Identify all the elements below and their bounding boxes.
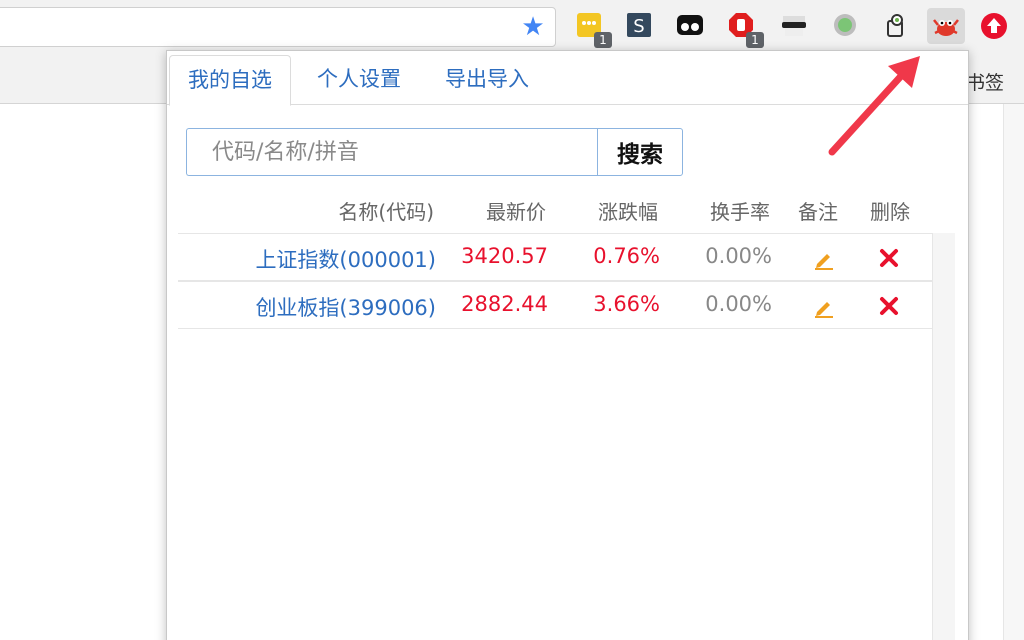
search-button[interactable]: 搜索 [597,128,683,176]
stock-name-link[interactable]: 创业板指(399006) [255,292,436,322]
stock-name-link[interactable]: 上证指数(000001) [255,244,436,274]
header-note: 备注 [798,200,838,224]
red-upload-extension-icon[interactable] [980,10,1010,44]
pointer-arrow-icon [828,56,920,156]
notes-extension-icon[interactable]: 1 [576,10,612,48]
search-input[interactable] [186,128,598,176]
popup-scrollbar[interactable] [933,233,955,640]
extension-badge: 1 [594,32,612,48]
stop-hand-extension-icon[interactable]: 1 [728,10,764,48]
stock-price: 3420.57 [461,244,548,268]
tab-my-watchlist[interactable]: 我的自选 [169,55,291,106]
extension-badge: 1 [746,32,764,48]
edit-icon[interactable] [812,295,836,319]
header-change: 涨跌幅 [598,200,658,224]
svg-text:S: S [633,16,644,37]
key-extension-icon[interactable] [883,10,913,44]
stock-price: 2882.44 [461,292,548,316]
edit-icon[interactable] [812,247,836,271]
table-row: 上证指数(000001) 3420.57 0.76% 0.00% [178,233,932,281]
bookmarks-label[interactable]: 书签 [966,68,1004,95]
stock-change: 0.76% [593,244,660,268]
header-price: 最新价 [486,200,546,224]
stock-turnover: 0.00% [705,292,772,316]
crab-extension-icon[interactable] [927,8,965,44]
bookmark-star-icon[interactable]: ★ [518,12,548,42]
browser-toolbar: ★ 1 S 1 [0,0,1024,56]
watchlist: 上证指数(000001) 3420.57 0.76% 0.00% 创业板指(39… [178,233,933,640]
table-row: 创业板指(399006) 2882.44 3.66% 0.00% [178,281,932,329]
green-circle-extension-icon[interactable] [832,10,862,44]
tab-export-import[interactable]: 导出导入 [445,55,529,106]
glasses-extension-icon[interactable] [676,10,706,44]
header-name: 名称(代码) [338,200,434,224]
page-scrollbar[interactable] [1003,104,1024,640]
header-delete: 删除 [870,200,910,224]
delete-icon[interactable] [878,295,900,317]
header-turnover: 换手率 [710,200,770,224]
stock-turnover: 0.00% [705,244,772,268]
tab-personal-settings[interactable]: 个人设置 [317,55,401,106]
s-extension-icon[interactable]: S [626,10,656,44]
delete-icon[interactable] [878,247,900,269]
stock-change: 3.66% [593,292,660,316]
spy-extension-icon[interactable] [780,10,810,44]
address-bar[interactable] [0,7,556,47]
